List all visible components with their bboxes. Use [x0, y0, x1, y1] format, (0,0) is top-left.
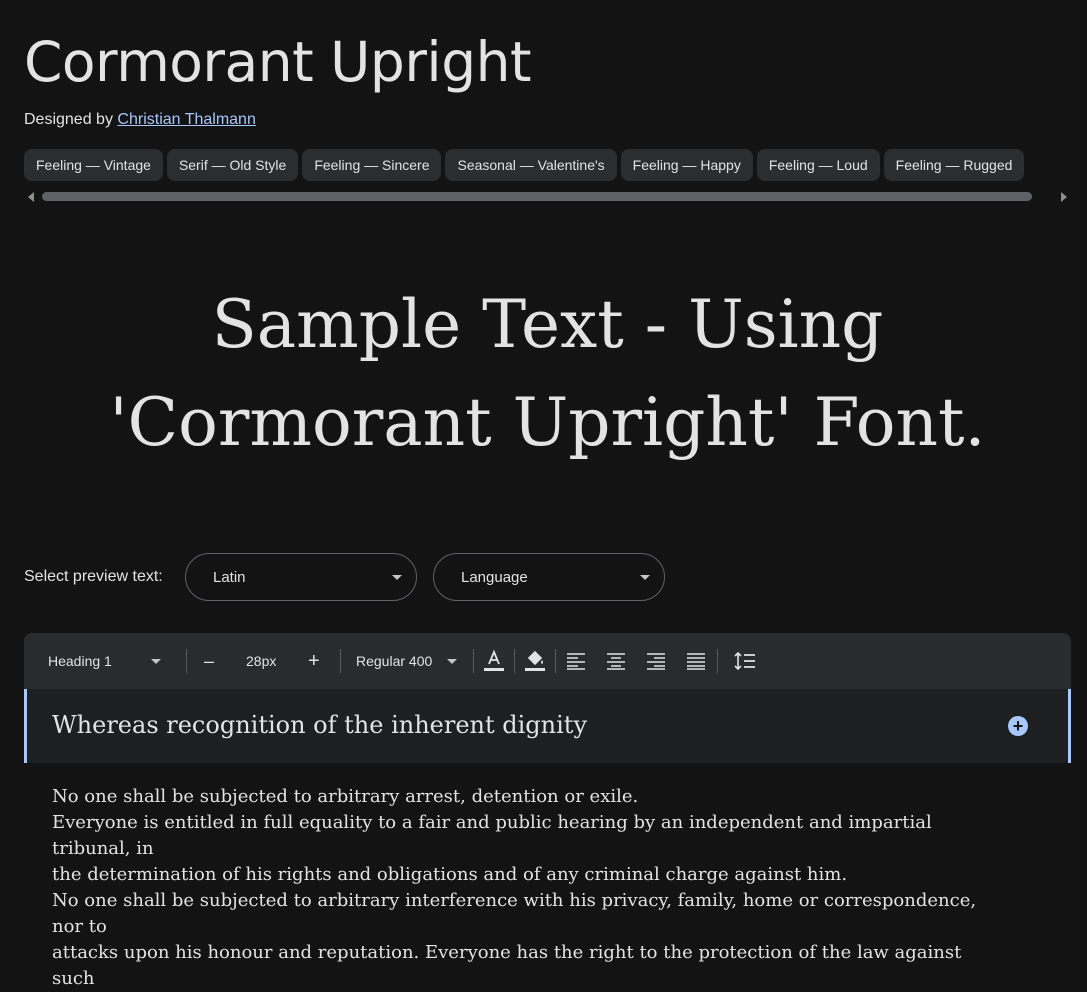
editor-toolbar: Heading 1 – 28px + Regular 400 [24, 633, 1071, 689]
toolbar-divider [473, 649, 474, 673]
language-select[interactable]: Language [433, 553, 665, 601]
style-caret-icon[interactable] [151, 659, 161, 664]
designer-link[interactable]: Christian Thalmann [117, 111, 255, 128]
tag-chip[interactable]: Feeling — Rugged [883, 149, 1025, 181]
tag-scrollbar[interactable] [24, 191, 1071, 203]
tag-chip[interactable]: Feeling — Vintage [24, 149, 163, 181]
align-left-icon[interactable] [566, 652, 586, 670]
paragraph-line: No one shall be subjected to arbitrary i… [52, 890, 977, 937]
weight-caret-icon[interactable] [447, 659, 457, 664]
script-select-value: Latin [213, 569, 246, 586]
editor-heading-block[interactable]: Whereas recognition of the inherent dign… [24, 689, 1071, 763]
text-color-icon[interactable] [484, 649, 504, 673]
toolbar-divider [717, 649, 718, 673]
tag-chip[interactable]: Feeling — Happy [620, 149, 753, 181]
toolbar-divider [555, 649, 556, 673]
text-style-value: Heading 1 [48, 653, 112, 669]
toolbar-divider [514, 649, 515, 673]
preview-text-label: Select preview text: [24, 568, 163, 585]
scrollbar-thumb[interactable] [42, 192, 1032, 201]
tag-chip[interactable]: Seasonal — Valentine's [445, 149, 617, 181]
line-height-icon[interactable] [734, 651, 756, 671]
editor-heading-text[interactable]: Whereas recognition of the inherent dign… [52, 711, 587, 739]
dropdown-caret-icon [640, 575, 650, 580]
scroll-right-arrow-icon[interactable] [1061, 192, 1067, 202]
editor-paragraph[interactable]: No one shall be subjected to arbitrary a… [52, 784, 982, 992]
decrease-size-button[interactable]: – [204, 651, 214, 672]
script-select[interactable]: Latin [185, 553, 417, 601]
align-right-icon[interactable] [646, 652, 666, 670]
sample-text-preview[interactable]: Sample Text - Using 'Cormorant Upright' … [24, 276, 1071, 472]
paragraph-line: attacks upon his honour and reputation. … [52, 942, 962, 989]
language-select-placeholder: Language [461, 569, 528, 586]
tag-chip[interactable]: Feeling — Loud [756, 149, 880, 181]
tag-chip[interactable]: Feeling — Sincere [302, 149, 442, 181]
tag-list: Feeling — Vintage Serif — Old Style Feelin… [24, 149, 1071, 183]
paragraph-line: Everyone is entitled in full equality to… [52, 812, 932, 859]
add-block-icon[interactable]: + [1008, 716, 1028, 736]
align-justify-icon[interactable] [686, 652, 706, 670]
dropdown-caret-icon [392, 575, 402, 580]
designer-line: Designed by Christian Thalmann [24, 111, 256, 129]
font-size-value[interactable]: 28px [246, 653, 276, 669]
increase-size-button[interactable]: + [308, 650, 320, 673]
font-weight-select[interactable]: Regular 400 [356, 653, 432, 669]
text-style-select[interactable]: Heading 1 [48, 653, 112, 669]
toolbar-divider [186, 649, 187, 673]
font-weight-value: Regular 400 [356, 653, 433, 669]
paragraph-line: the determination of his rights and obli… [52, 864, 848, 885]
designed-by-label: Designed by [24, 111, 113, 128]
highlight-color-icon[interactable] [525, 649, 545, 673]
tag-chip[interactable]: Serif — Old Style [166, 149, 299, 181]
scroll-left-arrow-icon[interactable] [28, 192, 34, 202]
paragraph-line: No one shall be subjected to arbitrary a… [52, 786, 639, 807]
align-center-icon[interactable] [606, 652, 626, 670]
toolbar-divider [340, 649, 341, 673]
font-title: Cormorant Upright [24, 30, 532, 94]
